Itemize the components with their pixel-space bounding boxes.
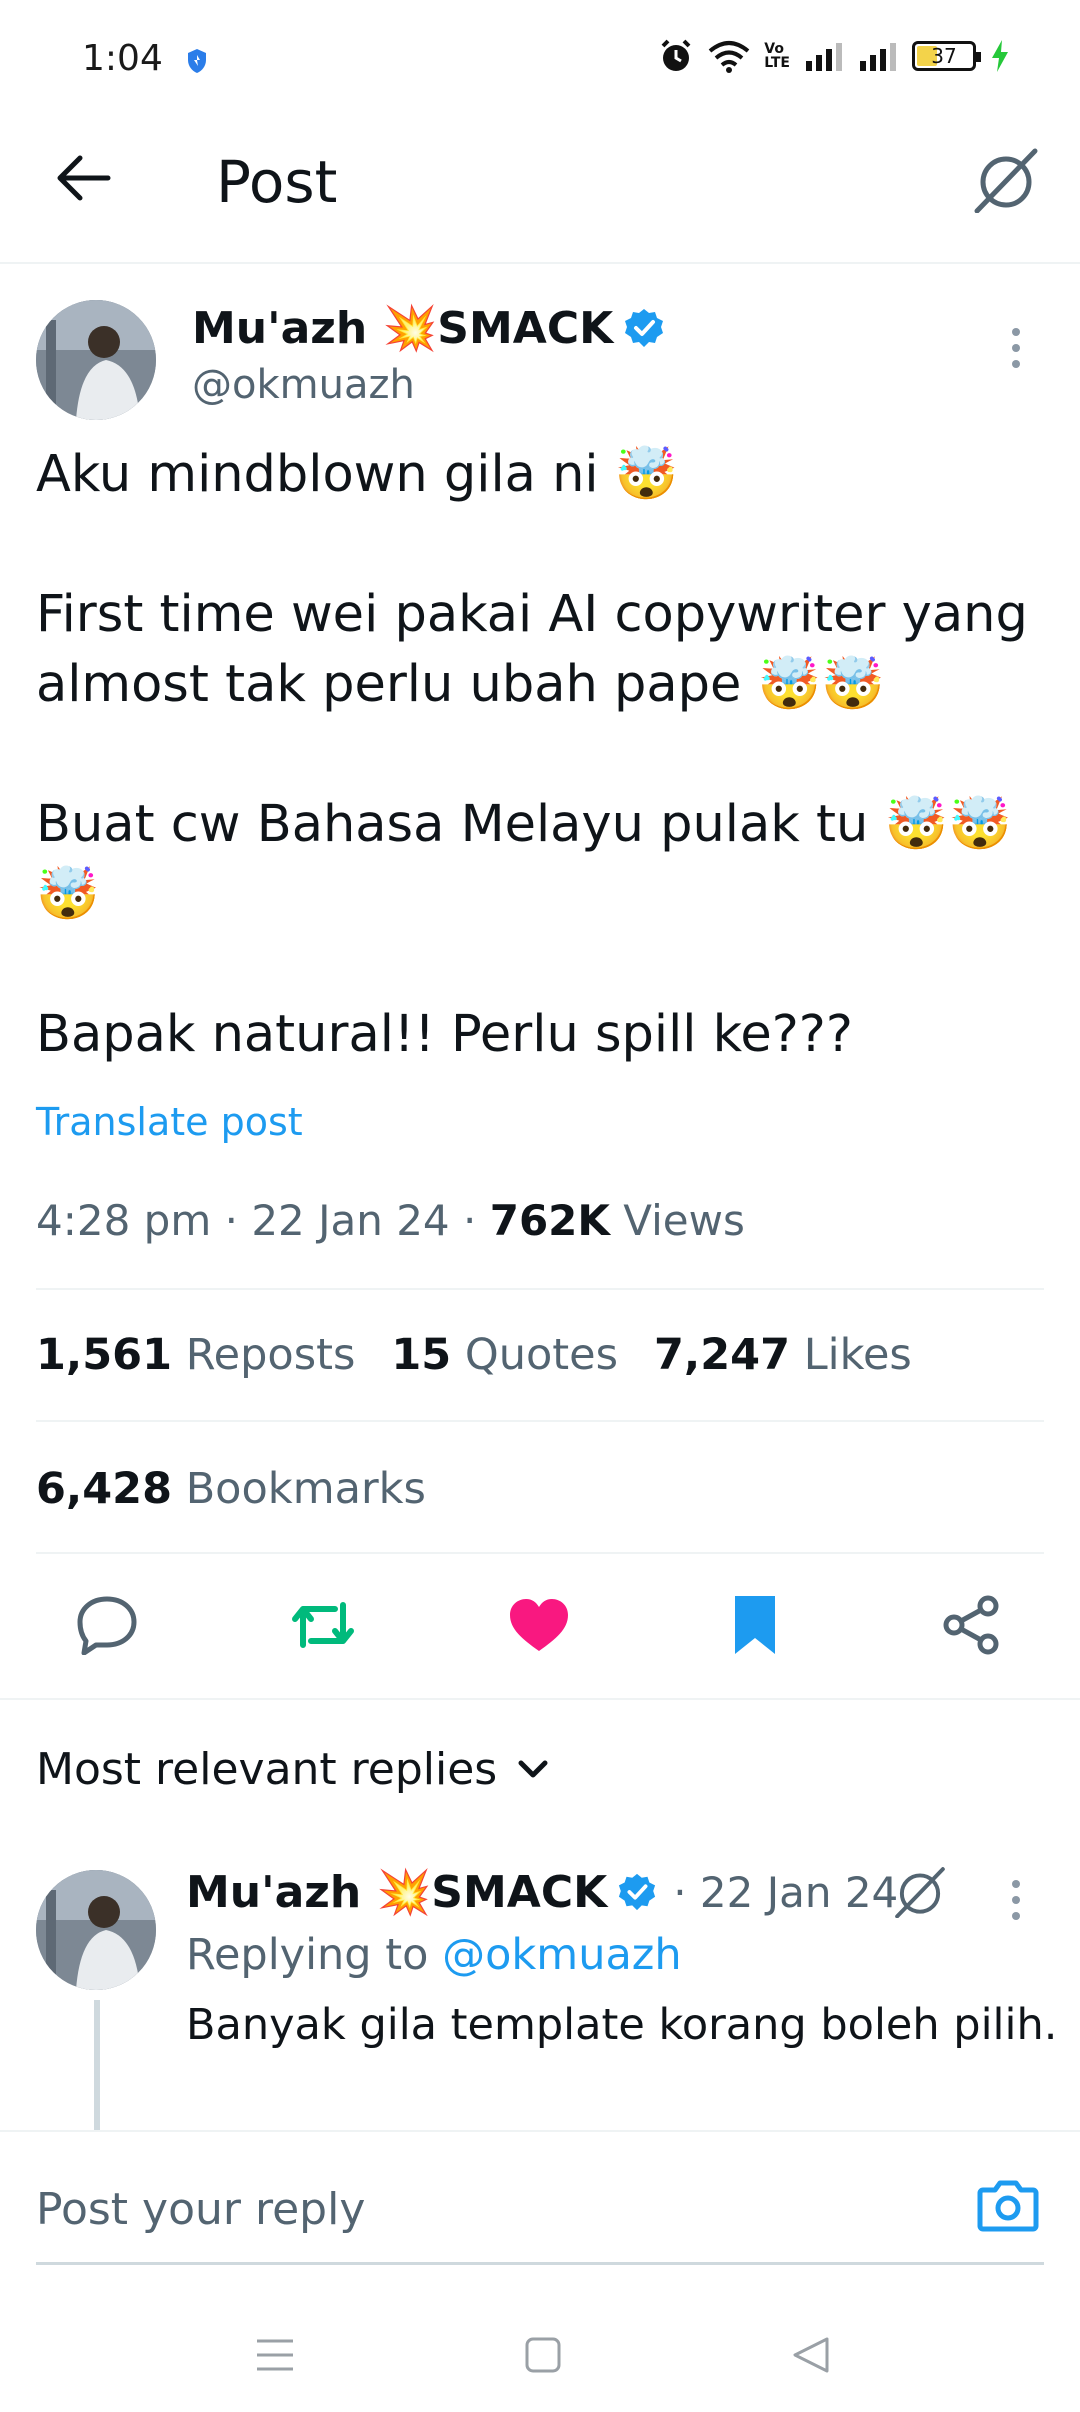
bookmarks-stat[interactable]: 6,428 Bookmarks <box>36 1464 426 1514</box>
bookmark-button[interactable] <box>710 1580 800 1670</box>
charging-icon <box>992 40 1008 72</box>
replies-sort-label: Most relevant replies <box>36 1744 498 1795</box>
reply-more-options-button[interactable] <box>996 1870 1036 1930</box>
reply-button[interactable] <box>62 1580 152 1670</box>
author-handle[interactable]: @okmuazh <box>192 362 415 408</box>
more-vertical-icon <box>1012 328 1020 368</box>
triangle-back-icon <box>793 2337 829 2373</box>
replying-to: Replying to @okmuazh <box>186 1930 682 1980</box>
reply-input[interactable]: Post your reply <box>36 2184 365 2235</box>
back-button[interactable] <box>46 140 122 216</box>
bookmarks-divider <box>36 1552 1044 1554</box>
header-divider <box>0 262 1080 264</box>
signal-icon-1 <box>806 43 842 71</box>
wifi-icon <box>708 41 750 73</box>
share-button[interactable] <box>926 1580 1016 1670</box>
author-name[interactable]: Mu'azh 💥SMACK <box>192 302 665 354</box>
grok-icon <box>974 148 1038 213</box>
translate-post-link[interactable]: Translate post <box>36 1100 303 1144</box>
quotes-stat[interactable]: 15 Quotes <box>391 1330 618 1380</box>
chevron-down-icon <box>518 1760 548 1777</box>
grok-icon <box>895 1867 945 1918</box>
camera-button[interactable] <box>970 2170 1046 2240</box>
reply-grok-button[interactable] <box>890 1862 950 1922</box>
meta-divider <box>36 1288 1044 1290</box>
reply-author[interactable]: Mu'azh 💥SMACK · 22 Jan 24 <box>186 1866 898 1918</box>
bookmark-filled-icon <box>735 1596 775 1654</box>
views-count: 762K <box>489 1196 610 1245</box>
heart-filled-icon <box>510 1599 568 1651</box>
alarm-icon <box>661 39 691 71</box>
square-icon <box>525 2337 561 2373</box>
status-icons: Vo LTE 37 <box>658 38 1010 74</box>
avatar[interactable] <box>36 300 156 420</box>
reply-author-name: Mu'azh 💥SMACK <box>186 1867 608 1918</box>
status-time: 1:04 <box>82 38 163 79</box>
home-button[interactable] <box>518 2330 568 2380</box>
volte-label: Vo LTE <box>764 41 790 71</box>
views-label: Views <box>623 1196 745 1245</box>
camera-icon <box>977 2180 1039 2232</box>
like-button[interactable] <box>494 1580 584 1670</box>
system-nav-bar <box>0 2290 1080 2412</box>
post-time: 4:28 pm <box>36 1196 212 1245</box>
verified-badge-icon <box>625 309 664 347</box>
back-nav-button[interactable] <box>786 2330 836 2380</box>
reposts-stat[interactable]: 1,561 Reposts <box>36 1330 355 1380</box>
post-text: Aku mindblown gila ni 🤯 First time wei p… <box>36 445 1028 1064</box>
actions-divider <box>0 1698 1080 1700</box>
share-icon <box>943 1595 999 1655</box>
replying-to-handle[interactable]: @okmuazh <box>442 1930 682 1980</box>
arrow-left-icon <box>57 155 111 201</box>
battery-icon: 37 <box>912 41 981 71</box>
signal-icon-2 <box>860 43 896 71</box>
thread-line <box>94 2000 100 2130</box>
author-name-text: Mu'azh 💥SMACK <box>192 303 614 354</box>
more-vertical-icon <box>1012 1880 1020 1920</box>
repost-button[interactable] <box>278 1580 368 1670</box>
more-options-button[interactable] <box>996 318 1036 378</box>
post-meta: 4:28 pm · 22 Jan 24 · 762K Views <box>36 1196 745 1245</box>
stats-divider <box>36 1420 1044 1422</box>
composer-underline <box>36 2262 1044 2265</box>
recent-apps-button[interactable] <box>250 2330 300 2380</box>
action-bar <box>0 1580 1080 1670</box>
grok-button[interactable] <box>966 140 1046 220</box>
reply-avatar[interactable] <box>36 1870 156 1990</box>
post-date: 22 Jan 24 <box>251 1196 450 1245</box>
reply-date: · 22 Jan 24 <box>673 1867 899 1917</box>
shield-icon <box>186 48 208 74</box>
comment-icon <box>77 1596 137 1655</box>
replies-sort-dropdown[interactable]: Most relevant replies <box>36 1744 549 1795</box>
repost-icon <box>292 1602 354 1648</box>
engagement-stats: 1,561 Reposts 15 Quotes 7,247 Likes <box>36 1330 912 1380</box>
verified-badge-icon <box>619 1873 656 1911</box>
page-title: Post <box>216 148 338 216</box>
reply-text: Banyak gila template korang boleh pilih. <box>186 2000 1058 2050</box>
likes-stat[interactable]: 7,247 Likes <box>654 1330 912 1380</box>
menu-icon <box>257 2339 293 2371</box>
